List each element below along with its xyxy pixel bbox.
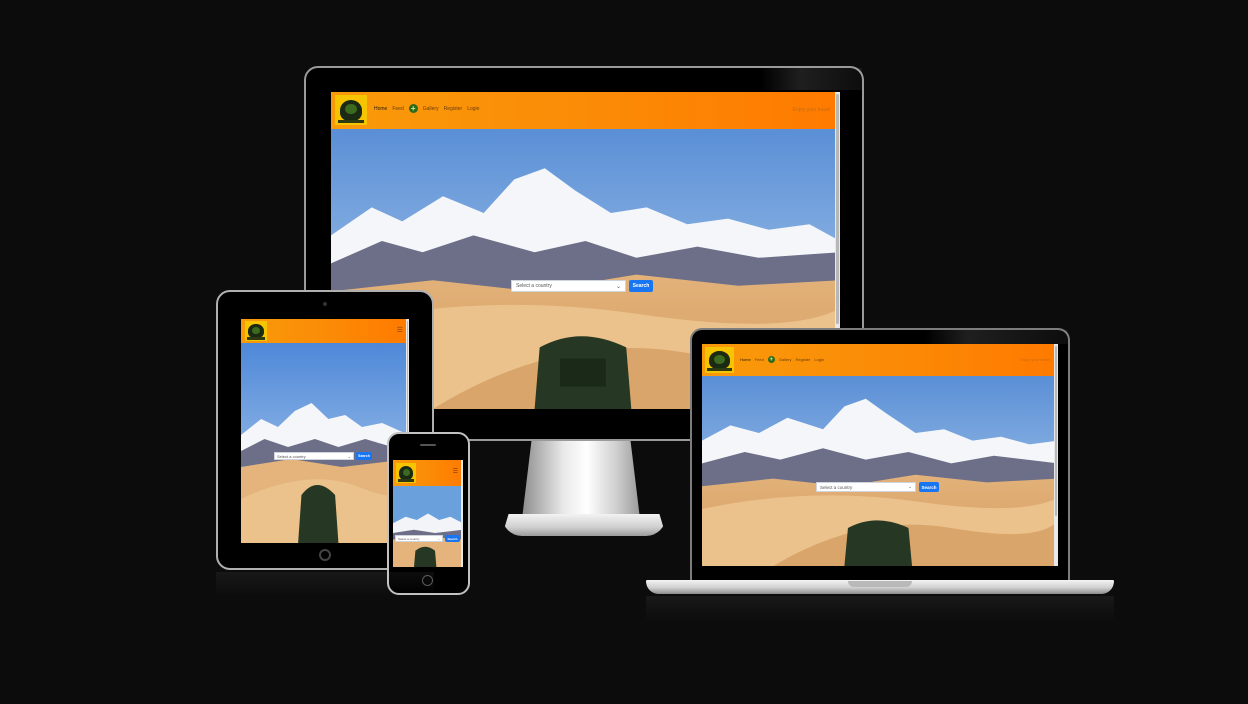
nav-feed[interactable]: Feed [392, 106, 403, 112]
plus-icon[interactable]: + [408, 104, 418, 113]
plus-icon[interactable]: + [767, 356, 775, 363]
country-select-placeholder: Select a country [820, 484, 853, 490]
tablet-home-button [319, 549, 331, 561]
monitor-glare [760, 68, 862, 90]
nav-tagline: Enjoy your travel [792, 107, 830, 113]
hamburger-icon[interactable]: ☰ [453, 468, 458, 475]
search-button[interactable]: Search [919, 482, 939, 492]
laptop-screen: Home Feed + Gallery Register Login Enjoy… [702, 344, 1058, 566]
chevron-down-icon: ⌄ [347, 453, 351, 459]
nav-tagline: Enjoy your travel [1020, 357, 1050, 362]
phone-speaker [420, 444, 436, 446]
chevron-down-icon: ⌄ [615, 283, 621, 290]
monitor-stand-base [502, 514, 666, 536]
nav-login[interactable]: Login [467, 106, 479, 112]
country-select[interactable]: Select a country ⌄ [395, 535, 443, 542]
country-select[interactable]: Select a country ⌄ [511, 280, 626, 292]
nav-register[interactable]: Register [795, 357, 810, 362]
country-search: Select a country ⌄ Search [395, 535, 460, 542]
navbar: Home Feed + Gallery Register Login Enjoy… [702, 344, 1058, 376]
nav-feed[interactable]: Feed [755, 357, 764, 362]
nav-home[interactable]: Home [374, 106, 387, 112]
floor-reflection [646, 596, 1114, 622]
country-select[interactable]: Select a country ⌄ [274, 452, 354, 460]
floor-reflection [216, 572, 434, 596]
nav-login[interactable]: Login [814, 357, 824, 362]
hero-image [393, 486, 463, 567]
scrollbar[interactable] [1054, 344, 1058, 566]
country-select-placeholder: Select a country [398, 536, 420, 541]
laptop-glare [925, 330, 1068, 344]
navbar: ☰ [241, 319, 409, 343]
country-select-placeholder: Select a country [516, 283, 552, 289]
navbar: ☰ [393, 460, 463, 486]
country-search: Select a country ⌄ Search [816, 482, 939, 492]
nav-register[interactable]: Register [444, 106, 463, 112]
phone-screen: ☰ Select a country ⌄ Search [393, 460, 463, 567]
nav-gallery[interactable]: Gallery [423, 106, 439, 112]
site-logo[interactable] [245, 321, 267, 341]
country-search: Select a country ⌄ Search [511, 280, 653, 292]
search-button[interactable]: Search [356, 452, 372, 460]
site-logo[interactable] [335, 95, 367, 125]
country-search: Select a country ⌄ Search [274, 452, 372, 460]
search-button[interactable]: Search [445, 535, 460, 542]
monitor-stand [522, 441, 640, 519]
scrollbar[interactable] [461, 460, 463, 567]
chevron-down-icon: ⌄ [908, 484, 912, 489]
site-logo[interactable] [705, 347, 734, 373]
navbar: Home Feed + Gallery Register Login Enjoy… [331, 92, 840, 129]
nav-links: Home Feed + Gallery Register Login [374, 104, 479, 113]
nav-home[interactable]: Home [740, 357, 751, 362]
laptop-notch [848, 581, 912, 587]
country-select[interactable]: Select a country ⌄ [816, 482, 916, 492]
site-logo[interactable] [396, 463, 416, 483]
search-button[interactable]: Search [629, 280, 653, 292]
country-select-placeholder: Select a country [277, 453, 306, 459]
tablet-camera [323, 302, 327, 306]
hero-image [702, 376, 1058, 566]
hamburger-icon[interactable]: ☰ [397, 326, 403, 334]
nav-links: Home Feed + Gallery Register Login [740, 356, 824, 363]
tablet-screen: ☰ Select a country ⌄ Search [241, 319, 409, 543]
hero-image [241, 343, 409, 543]
chevron-down-icon: ⌄ [437, 536, 440, 541]
nav-gallery[interactable]: Gallery [779, 357, 792, 362]
